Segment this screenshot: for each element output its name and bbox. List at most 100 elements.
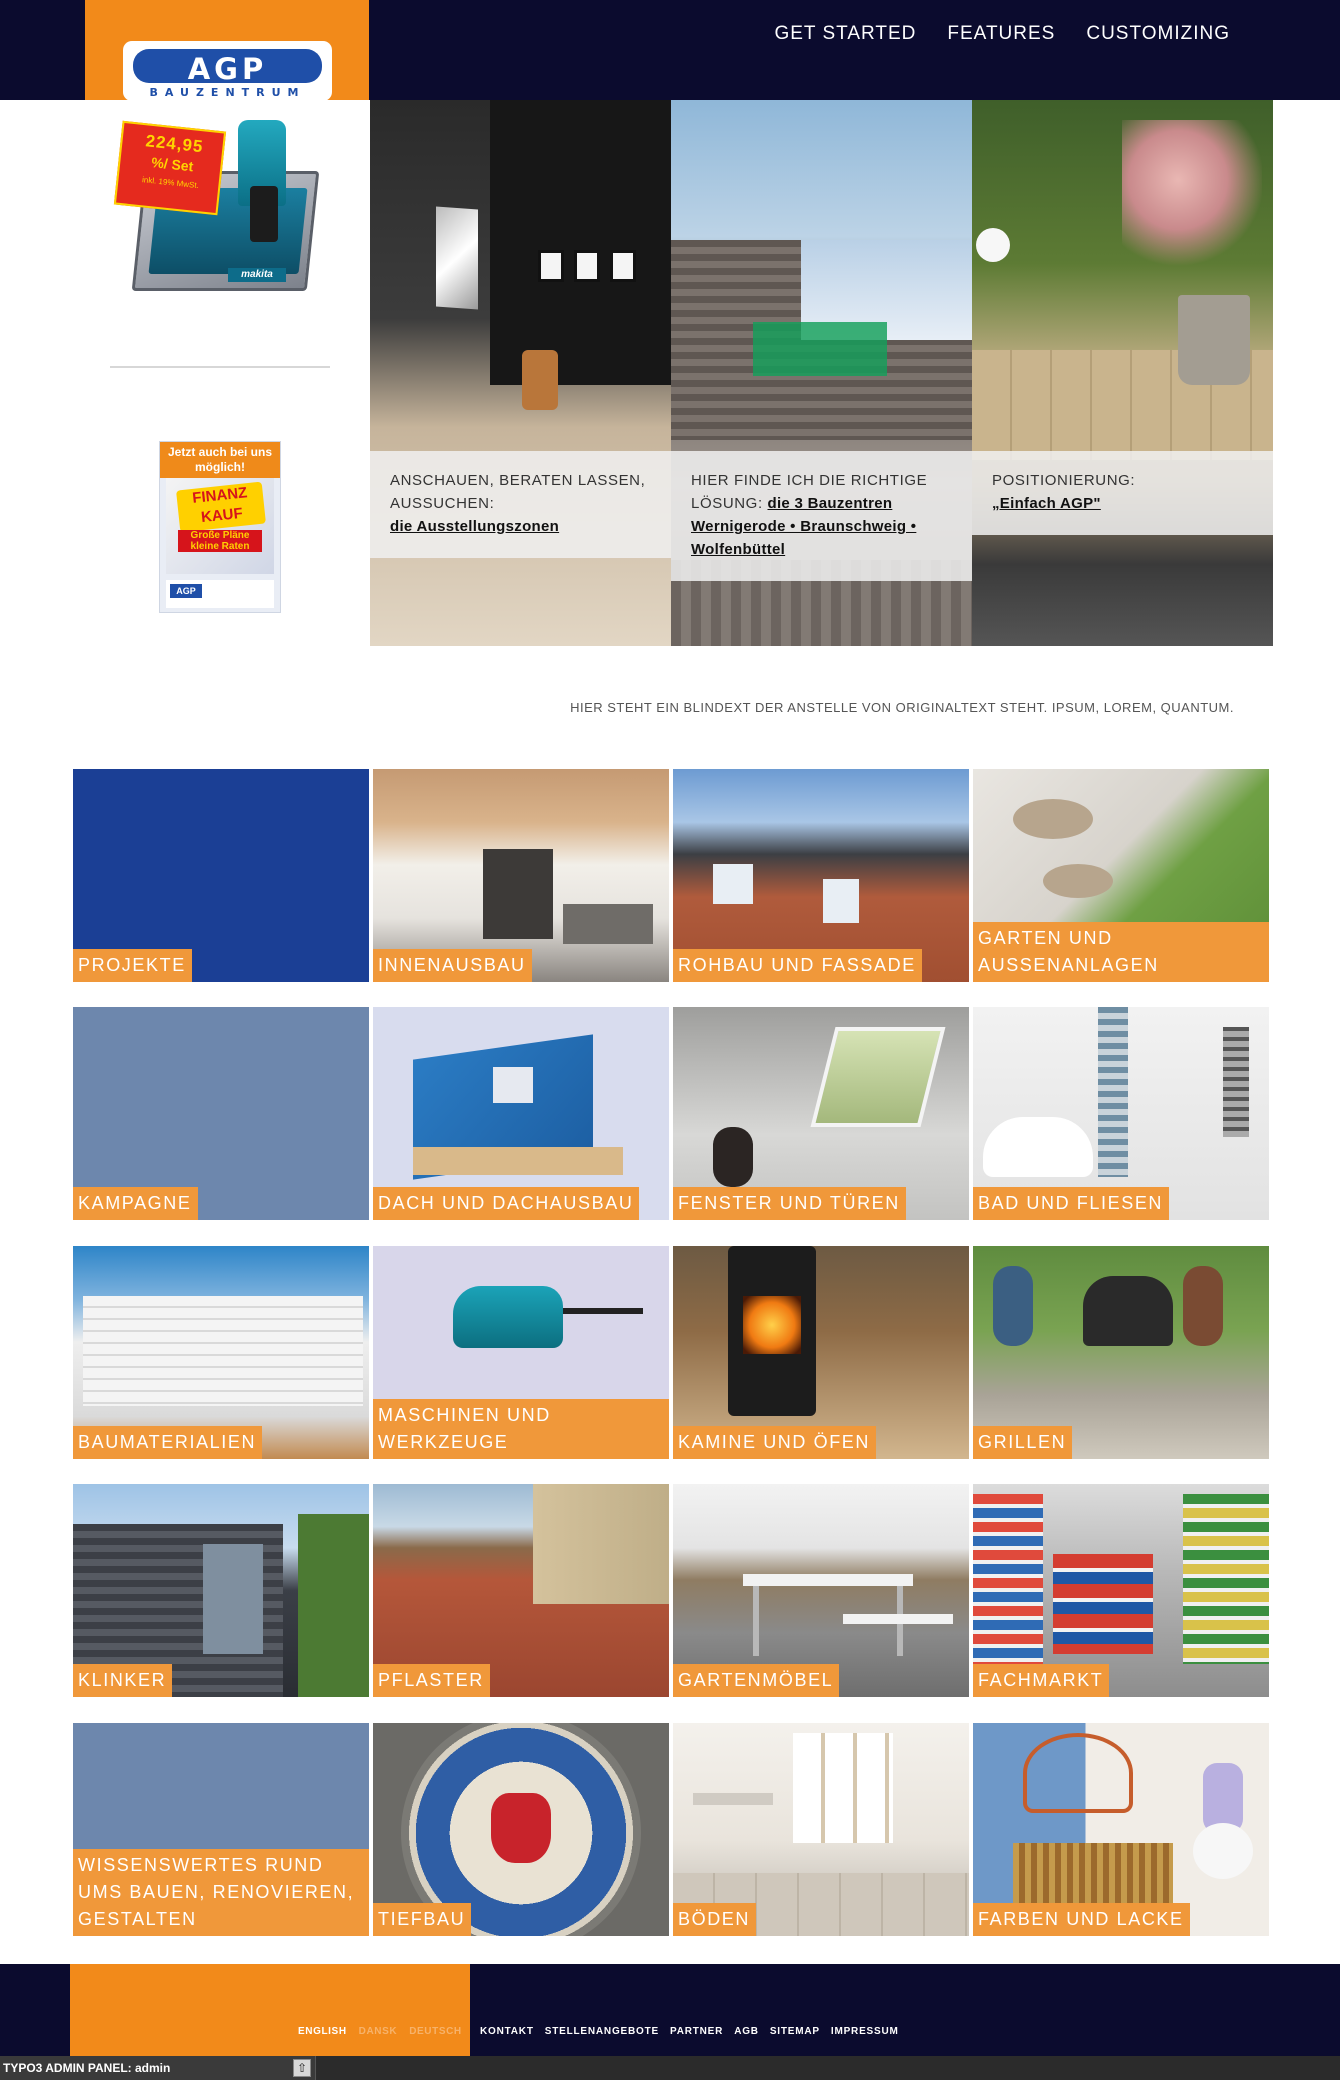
finanzkauf-tagline: Große Pläne kleine Raten — [178, 530, 262, 552]
drill-set-promo[interactable]: makita 224,95 %/ Set inkl. 19% MwSt. — [113, 116, 328, 298]
price-note: inkl. 19% MwSt. — [141, 175, 200, 191]
stepping-stone — [1043, 864, 1113, 898]
garden-lamp — [976, 228, 1010, 262]
garden-bench — [843, 1614, 953, 1624]
person — [1183, 1266, 1223, 1346]
green-glass-railing — [753, 322, 887, 376]
house-window — [713, 864, 753, 904]
stepping-stone — [1013, 799, 1093, 839]
footer-link-sitemap[interactable]: SITEMAP — [770, 2026, 820, 2037]
flower-pot — [1178, 295, 1250, 385]
wall-art — [436, 206, 478, 310]
finanzkauf-logo: AGP — [170, 584, 202, 598]
tile-label: INNENAUSBAU — [373, 949, 532, 982]
admin-panel-bar: TYPO3 ADMIN PANEL: admin ⇧ — [0, 2056, 1340, 2080]
price-tag: 224,95 %/ Set inkl. 19% MwSt. — [113, 120, 227, 216]
footer-link-agb[interactable]: AGB — [734, 2026, 759, 2037]
tile-gartenmoebel[interactable]: GARTENMÖBEL — [673, 1484, 969, 1697]
tile-baumaterialien[interactable]: BAUMATERIALIEN — [73, 1246, 369, 1459]
store-shelf — [973, 1494, 1043, 1664]
tile-innenausbau[interactable]: INNENAUSBAU — [373, 769, 669, 982]
logo-ribbon: AGP — [133, 49, 322, 86]
bathtub — [983, 1117, 1093, 1177]
finanzkauf-headline: Jetzt auch bei uns möglich! — [160, 442, 280, 478]
store-shelf — [1183, 1494, 1269, 1664]
tile-fachmarkt[interactable]: FACHMARKT — [973, 1484, 1269, 1697]
hero-link-positioning[interactable]: „Einfach AGP" — [992, 495, 1101, 512]
drywall-stack — [83, 1296, 363, 1406]
intro-text: HIER STEHT EIN BLINDEXT DER ANSTELLE VON… — [570, 700, 1234, 715]
mosaic-tiles — [1098, 1007, 1128, 1177]
nav-customizing[interactable]: CUSTOMIZING — [1086, 23, 1230, 45]
footer-link-kontakt[interactable]: KONTAKT — [480, 2026, 534, 2037]
house-window — [823, 879, 859, 923]
logo-text: AGP — [187, 52, 268, 86]
power-cord — [563, 1308, 643, 1314]
tile-pflaster[interactable]: PFLASTER — [373, 1484, 669, 1697]
lang-deutsch[interactable]: DEUTSCH — [409, 2026, 462, 2037]
tile-dach[interactable]: DACH UND DACHAUSBAU — [373, 1007, 669, 1220]
picture-frame — [574, 250, 600, 282]
hero-caption-showroom: ANSCHAUEN, BERATEN LASSEN, AUSSUCHEN: di… — [370, 451, 671, 558]
tile-farben[interactable]: FARBEN UND LACKE — [973, 1723, 1269, 1936]
finanzkauf-banner[interactable]: Jetzt auch bei uns möglich! FINANZ KAUF … — [159, 441, 281, 613]
sidebar-divider — [110, 366, 330, 368]
tile-label: BÖDEN — [673, 1903, 757, 1936]
hero-caption-locations: HIER FINDE ICH DIE RICHTIGE LÖSUNG: die … — [671, 451, 972, 581]
tile-projekte[interactable]: PROJEKTE — [73, 769, 369, 982]
main-nav: GET STARTED FEATURES CUSTOMIZING — [774, 23, 1230, 45]
person-reading — [713, 1127, 753, 1187]
footer-orange-block — [70, 1964, 470, 2056]
orange-chair — [1023, 1733, 1133, 1813]
admin-panel[interactable]: TYPO3 ADMIN PANEL: admin ⇧ — [0, 2056, 316, 2080]
footer-link-impressum[interactable]: IMPRESSUM — [831, 2026, 899, 2037]
side-table — [1193, 1823, 1253, 1879]
top-bar: AGP BAUZENTRUM GET STARTED FEATURES CUST… — [0, 0, 1340, 101]
logo-block: AGP BAUZENTRUM — [85, 0, 369, 101]
hydrangea-flowers — [1122, 120, 1262, 270]
jigsaw-tool — [453, 1286, 563, 1348]
tile-label: PROJEKTE — [73, 949, 192, 982]
tile-kampagne[interactable]: KAMPAGNE — [73, 1007, 369, 1220]
hero-link-showroom[interactable]: die Ausstellungszonen — [390, 518, 559, 535]
lang-dansk[interactable]: DANSK — [359, 2026, 398, 2037]
tile-label: MASCHINEN UND WERKZEUGE — [373, 1399, 669, 1459]
tile-label: KAMINE UND ÖFEN — [673, 1426, 877, 1459]
tile-bad[interactable]: BAD UND FLIESEN — [973, 1007, 1269, 1220]
wooden-chair — [522, 350, 558, 410]
lion-emblem — [491, 1793, 551, 1863]
fireplace-wall — [483, 849, 553, 939]
tile-label: FENSTER UND TÜREN — [673, 1187, 906, 1220]
footer-link-partner[interactable]: PARTNER — [670, 2026, 723, 2037]
tree — [298, 1514, 369, 1697]
tile-rohbau-fassade[interactable]: ROHBAU UND FASSADE — [673, 769, 969, 982]
tile-label: BAUMATERIALIEN — [73, 1426, 263, 1459]
footer: ENGLISH DANSK DEUTSCH KONTAKT STELLENANG… — [0, 1964, 1340, 2056]
tile-kamine[interactable]: KAMINE UND ÖFEN — [673, 1246, 969, 1459]
dining-table — [693, 1793, 773, 1805]
nav-get-started[interactable]: GET STARTED — [774, 23, 916, 45]
hero-showroom: ANSCHAUEN, BERATEN LASSEN, AUSSUCHEN: di… — [370, 100, 671, 646]
hero-caption-positioning: POSITIONIERUNG: „Einfach AGP" — [972, 451, 1273, 535]
bookshelf — [793, 1733, 893, 1843]
tile-label: BAD UND FLIESEN — [973, 1187, 1170, 1220]
nav-features[interactable]: FEATURES — [947, 23, 1055, 45]
tile-maschinen[interactable]: MASCHINEN UND WERKZEUGE — [373, 1246, 669, 1459]
tile-fenster[interactable]: FENSTER UND TÜREN — [673, 1007, 969, 1220]
drill-handle — [250, 186, 278, 242]
tile-label: KLINKER — [73, 1664, 173, 1697]
tile-label: FARBEN UND LACKE — [973, 1903, 1190, 1936]
tile-boeden[interactable]: BÖDEN — [673, 1723, 969, 1936]
tile-tiefbau[interactable]: TIEFBAU — [373, 1723, 669, 1936]
hero-caption-lead: POSITIONIERUNG: — [992, 472, 1136, 489]
lang-english[interactable]: ENGLISH — [298, 2026, 347, 2037]
expand-icon[interactable]: ⇧ — [293, 2059, 311, 2077]
stove-fire — [743, 1296, 801, 1354]
tile-grillen[interactable]: GRILLEN — [973, 1246, 1269, 1459]
tile-garten[interactable]: GARTEN UND AUSSENANLAGEN — [973, 769, 1269, 982]
tile-wissenswertes[interactable]: WISSENSWERTES RUND UMS BAUEN, RENOVIEREN… — [73, 1723, 369, 1936]
tile-klinker[interactable]: KLINKER — [73, 1484, 369, 1697]
sofa — [563, 904, 653, 944]
footer-link-stellenangebote[interactable]: STELLENANGEBOTE — [545, 2026, 659, 2037]
agp-logo[interactable]: AGP BAUZENTRUM — [123, 41, 332, 101]
